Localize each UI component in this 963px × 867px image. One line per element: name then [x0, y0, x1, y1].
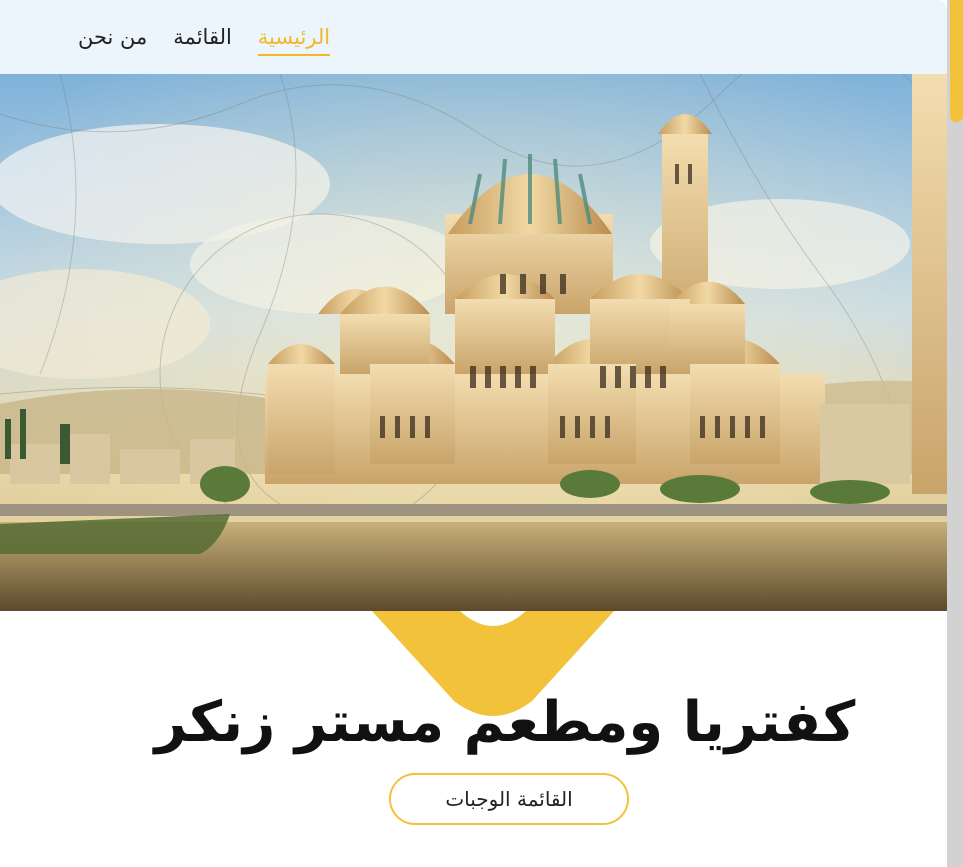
nav-link-menu[interactable]: القائمة [173, 22, 232, 56]
scrollbar[interactable] [947, 0, 963, 867]
navbar: من نحن القائمة الرئيسية [0, 0, 947, 74]
nav-link-home[interactable]: الرئيسية [257, 22, 331, 56]
nav-links: من نحن القائمة الرئيسية [78, 22, 331, 56]
page-title: كفتريا ومطعم مستر زنكر [154, 689, 856, 755]
nav-link-about[interactable]: من نحن [78, 22, 147, 56]
hero-image [0, 74, 947, 611]
page: من نحن القائمة الرئيسية كفتريا ومطعم مست… [0, 0, 963, 867]
menu-button[interactable]: القائمة الوجبات [389, 773, 629, 825]
scrollbar-thumb[interactable] [950, 0, 963, 122]
main-content: من نحن القائمة الرئيسية كفتريا ومطعم مست… [0, 0, 947, 867]
